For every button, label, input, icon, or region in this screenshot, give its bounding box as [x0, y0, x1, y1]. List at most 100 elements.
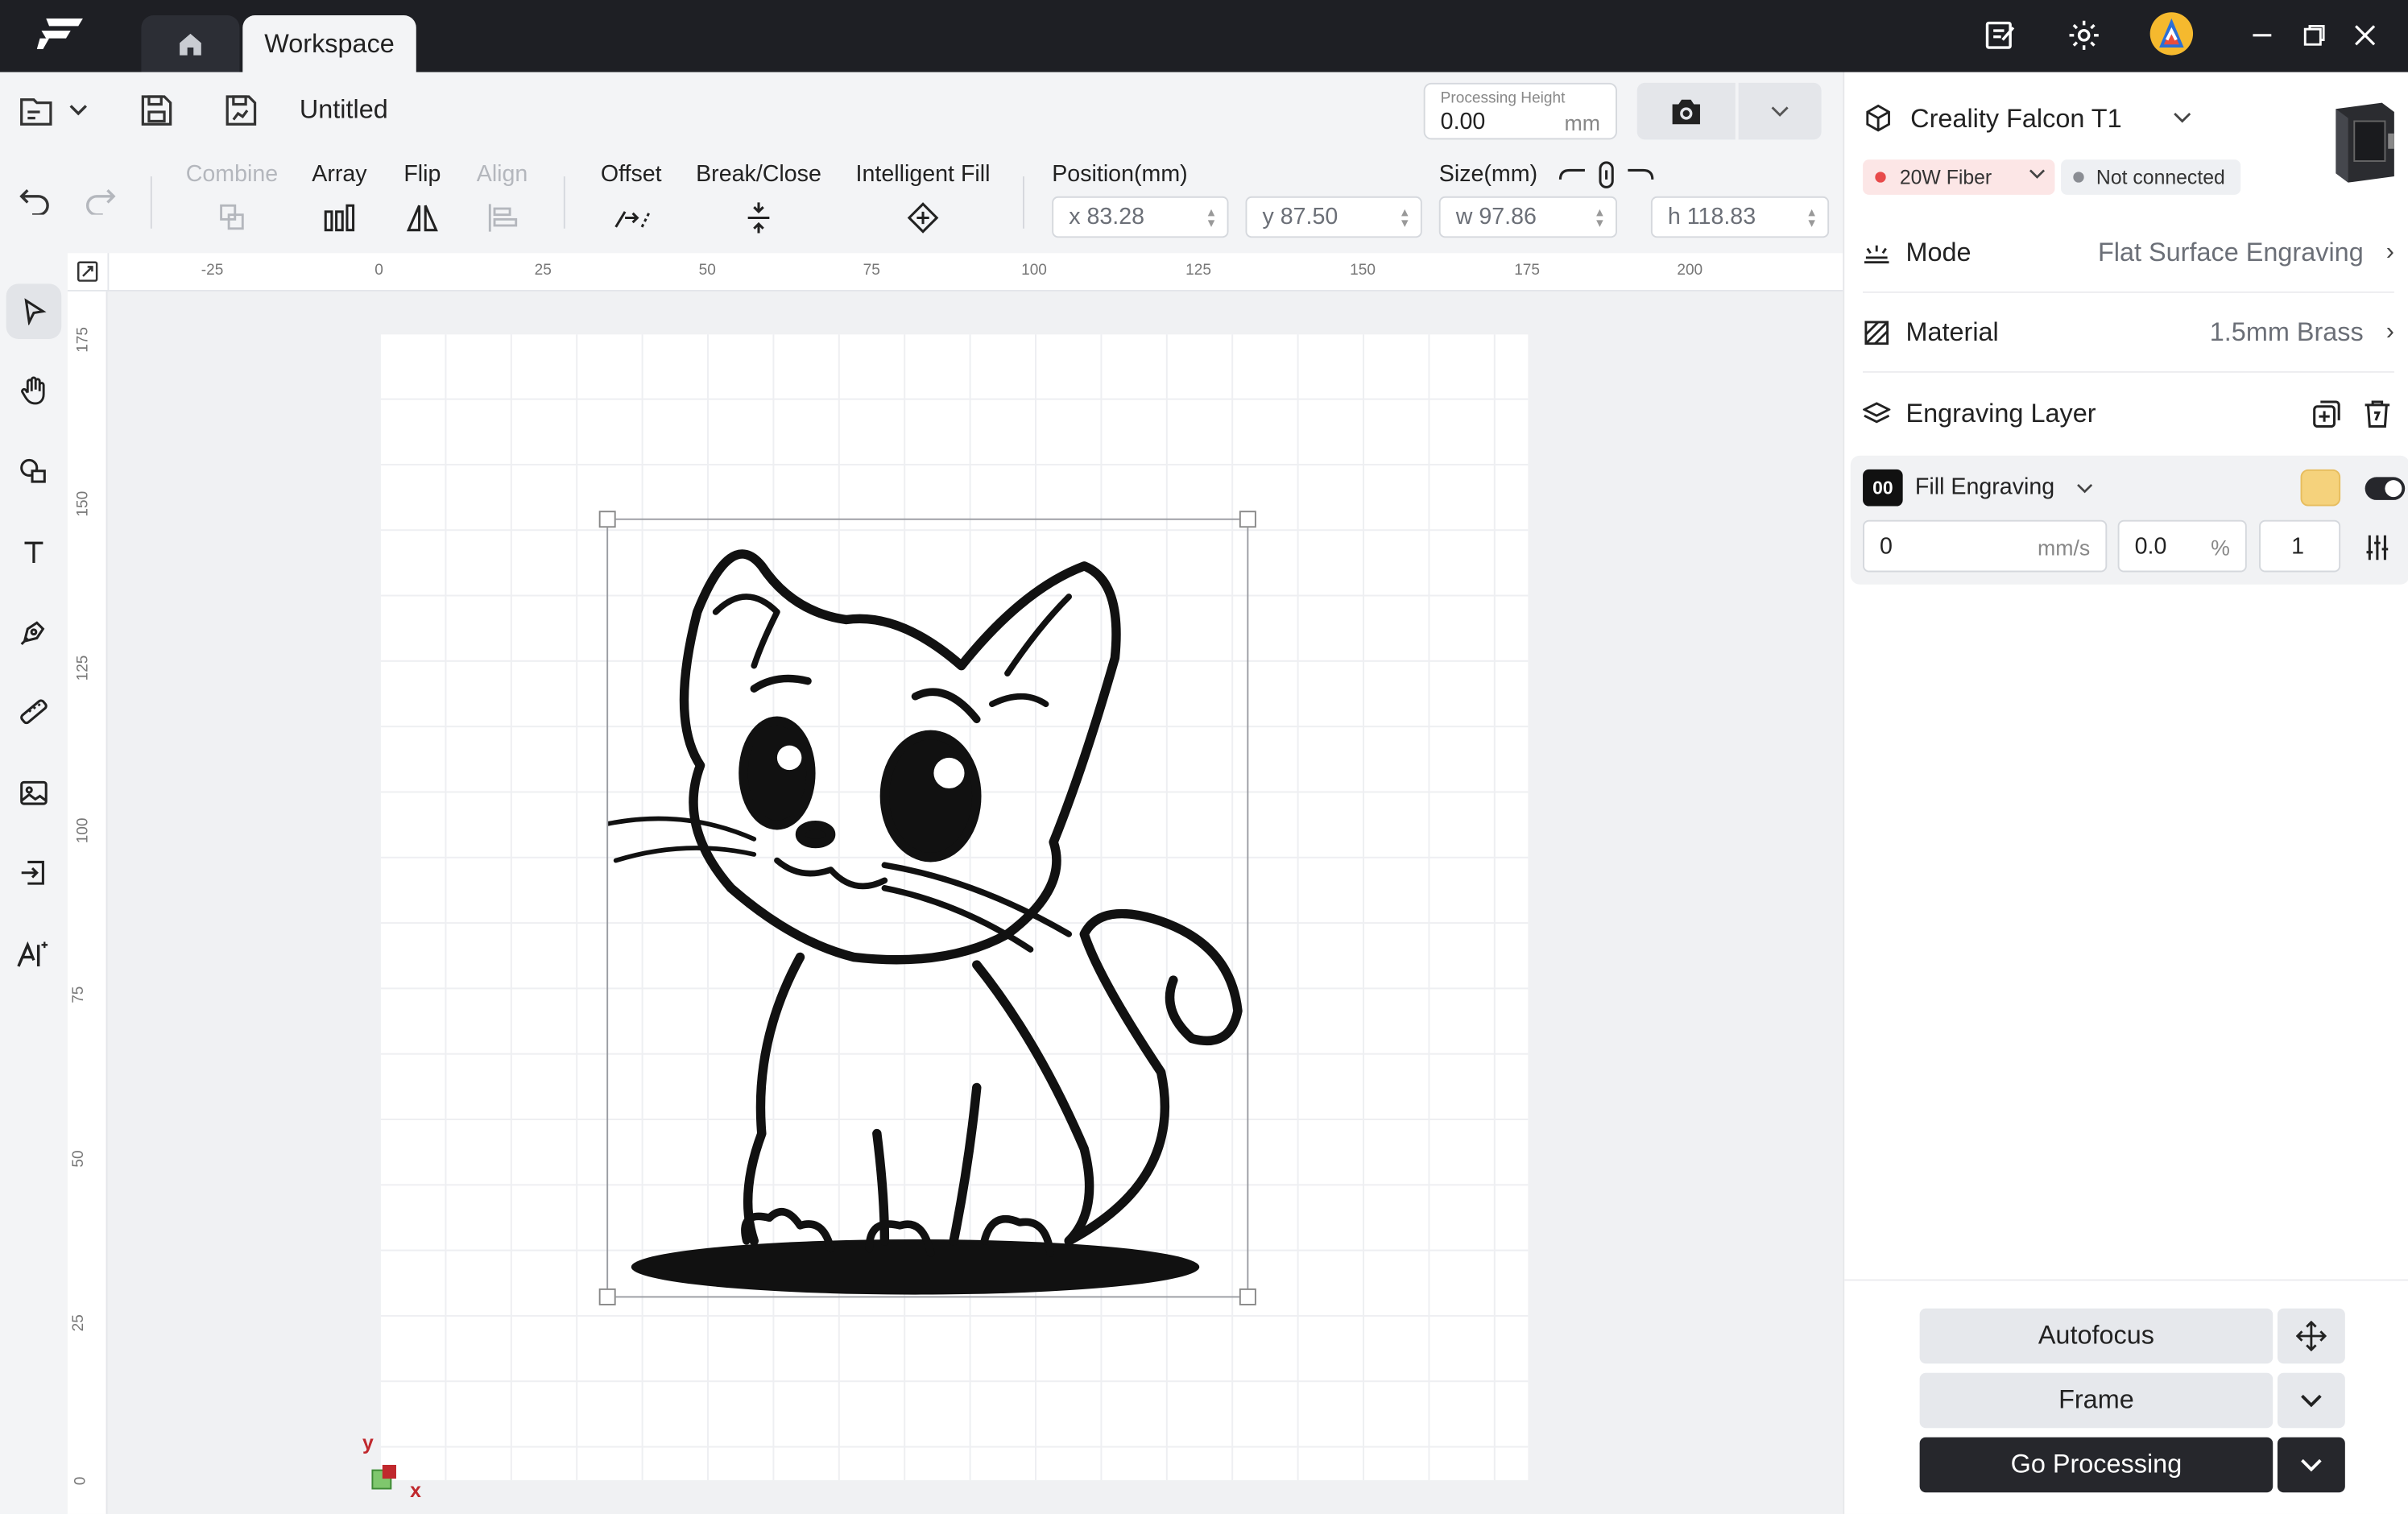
size-h-stepper-icon[interactable]: ▴ ▾: [1808, 205, 1815, 229]
chevron-right-icon: ›: [2385, 319, 2394, 345]
combine-tool[interactable]: Combine: [181, 161, 283, 236]
save-as-icon[interactable]: [224, 93, 258, 127]
vertical-ruler: 175 150 125 100 75 50 25 0: [67, 291, 108, 1514]
ruler-tick: 25: [534, 262, 552, 279]
position-y-value: y 87.50: [1262, 204, 1338, 230]
size-w-stepper-icon[interactable]: ▴ ▾: [1596, 205, 1603, 229]
camera-menu-button[interactable]: [1738, 82, 1822, 140]
autofocus-label: Autofocus: [2038, 1320, 2154, 1351]
layers-icon: [1863, 399, 1891, 427]
measure-tool-icon[interactable]: [6, 684, 62, 739]
device-image: [2327, 100, 2401, 186]
align-tool[interactable]: Align: [473, 161, 531, 236]
selection-box[interactable]: [598, 511, 1256, 1305]
laser-chevron-down-icon: [2029, 169, 2046, 181]
file-title[interactable]: Untitled: [300, 95, 388, 126]
save-icon[interactable]: [140, 93, 174, 127]
intelligent-fill-tool[interactable]: Intelligent Fill: [854, 161, 992, 236]
laser-status-dot: [1875, 172, 1886, 183]
mode-label: Mode: [1905, 238, 1971, 267]
pen-tool-icon[interactable]: [6, 604, 62, 660]
shapes-tool-icon[interactable]: [6, 443, 62, 498]
power-input[interactable]: 0.0 %: [2117, 519, 2247, 573]
left-toolbar: [0, 253, 68, 1514]
material-row[interactable]: Material 1.5mm Brass ›: [1863, 295, 2394, 373]
tab-workspace[interactable]: Workspace: [242, 15, 416, 72]
redo-icon[interactable]: [83, 187, 117, 215]
import-icon[interactable]: [6, 845, 62, 900]
open-menu-chevron-icon[interactable]: [68, 103, 89, 118]
ruler-tick: 150: [75, 490, 93, 517]
camera-button[interactable]: [1636, 82, 1736, 140]
passes-input[interactable]: 1: [2259, 519, 2341, 573]
go-processing-menu-button[interactable]: [2277, 1437, 2345, 1493]
position-y-stepper-icon[interactable]: ▴ ▾: [1401, 205, 1409, 229]
text-tool-icon[interactable]: [6, 524, 62, 580]
position-x-input[interactable]: x 83.28 ▴ ▾: [1052, 196, 1229, 238]
device-name[interactable]: Creality Falcon T1: [1910, 105, 2121, 135]
open-file-icon[interactable]: [19, 95, 56, 129]
user-avatar[interactable]: [2149, 10, 2195, 56]
position-y-input[interactable]: y 87.50 ▴ ▾: [1245, 196, 1422, 238]
device-chevron-down-icon[interactable]: [2173, 112, 2191, 124]
size-h-input[interactable]: h 118.83 ▴ ▾: [1650, 196, 1830, 238]
flip-tool[interactable]: Flip: [396, 161, 449, 236]
select-tool-icon[interactable]: [6, 283, 62, 339]
passes-value: 1: [2291, 533, 2305, 561]
autofocus-button[interactable]: Autofocus: [1919, 1308, 2274, 1364]
image-tool-icon[interactable]: [6, 765, 62, 821]
home-icon: [176, 30, 204, 57]
title-bar: Workspace: [0, 0, 2408, 72]
chevron-down-icon: [1771, 105, 1789, 117]
layer-toggle[interactable]: [2365, 477, 2406, 500]
ruler-tick: 50: [698, 262, 716, 279]
processing-height-field[interactable]: Processing Height 0.00 mm: [1423, 82, 1617, 140]
minimize-icon[interactable]: [2242, 15, 2282, 56]
tab-home[interactable]: [141, 15, 240, 72]
fit-view-icon[interactable]: [67, 253, 110, 292]
array-tool[interactable]: Array: [307, 161, 371, 236]
close-window-icon[interactable]: [2345, 15, 2385, 56]
notes-icon[interactable]: [1981, 15, 2021, 56]
go-processing-button[interactable]: Go Processing: [1919, 1437, 2274, 1493]
processing-height-unit: mm: [1564, 110, 1600, 135]
undo-icon[interactable]: [19, 187, 52, 215]
y-axis-label: y: [362, 1431, 374, 1454]
delete-layer-icon[interactable]: [2364, 399, 2391, 429]
cat-artwork-image: [608, 549, 1243, 1295]
lock-ratio-icon[interactable]: [1558, 158, 1656, 195]
add-layer-icon[interactable]: [2311, 399, 2342, 429]
array-label: Array: [312, 160, 367, 188]
maximize-icon[interactable]: [2294, 15, 2335, 56]
hand-pan-icon[interactable]: [6, 363, 62, 419]
frame-button[interactable]: Frame: [1919, 1372, 2274, 1429]
laser-selector[interactable]: 20W Fiber: [1863, 159, 2055, 195]
ai-tool-icon[interactable]: [6, 926, 62, 982]
offset-tool[interactable]: Offset: [593, 161, 669, 236]
position-x-stepper-icon[interactable]: ▴ ▾: [1208, 205, 1215, 229]
layer-color-swatch[interactable]: [2300, 469, 2341, 507]
autofocus-move-button[interactable]: [2277, 1308, 2345, 1364]
break-close-tool[interactable]: Break/Close: [694, 161, 823, 236]
layer-type-chevron-down-icon[interactable]: [2076, 483, 2093, 495]
ruler-tick: 25: [70, 1314, 88, 1332]
divider: [1022, 176, 1024, 229]
material-value: 1.5mm Brass: [2209, 317, 2364, 347]
intelligent-fill-label: Intelligent Fill: [855, 160, 991, 188]
ruler-tick: 125: [75, 655, 93, 681]
break-close-label: Break/Close: [696, 160, 821, 188]
size-w-input[interactable]: w 97.86 ▴ ▾: [1438, 196, 1617, 238]
settings-gear-icon[interactable]: [2064, 15, 2104, 56]
mode-row[interactable]: Mode Flat Surface Engraving ›: [1863, 215, 2394, 293]
layer-params-sliders-icon[interactable]: [2364, 534, 2391, 561]
layer-type[interactable]: Fill Engraving: [1915, 474, 2054, 500]
speed-unit: mm/s: [2038, 535, 2091, 561]
frame-menu-button[interactable]: [2277, 1372, 2345, 1429]
connection-status-dot: [2073, 172, 2084, 183]
ruler-tick: 0: [72, 1476, 90, 1486]
chevron-right-icon: ›: [2385, 239, 2394, 266]
ruler-tick: 150: [1350, 262, 1376, 279]
ruler-tick: 50: [70, 1150, 88, 1168]
speed-input[interactable]: 0 mm/s: [1863, 519, 2108, 573]
offset-label: Offset: [600, 160, 662, 188]
